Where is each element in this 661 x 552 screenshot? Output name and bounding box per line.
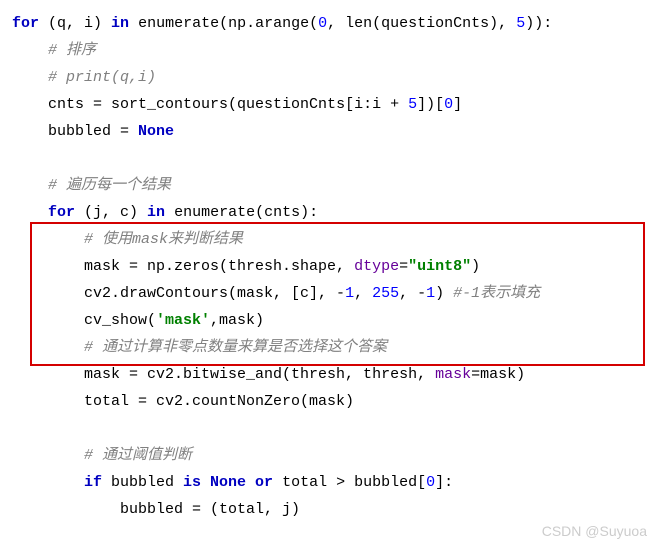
comment-mask: # 使用mask来判断结果 [84,231,243,248]
line-14: mask = cv2.bitwise_and(thresh, thresh, m… [84,366,525,383]
comment-iterate: # 遍历每一个结果 [48,177,171,194]
line-11: cv2.drawContours(mask, [c], -1, 255, -1)… [84,285,540,302]
keyword-in: in [111,15,129,32]
comment-nonzero: # 通过计算非零点数量来算是否选择这个答案 [84,339,387,356]
comment-sort: # 排序 [48,42,96,59]
line-19: bubbled = (total, j) [120,501,300,518]
code-block: for (q, i) in enumerate(np.arange(0, len… [0,0,661,523]
keyword-for: for [12,15,39,32]
line-4: cnts = sort_contours(questionCnts[i:i + … [48,96,462,113]
line-15: total = cv2.countNonZero(mask) [84,393,354,410]
line-10: mask = np.zeros(thresh.shape, dtype="uin… [84,258,480,275]
line-5: bubbled = None [48,123,174,140]
comment-threshold: # 通过阈值判断 [84,447,192,464]
line-12: cv_show('mask',mask) [84,312,264,329]
line-8: for (j, c) in enumerate(cnts): [48,204,318,221]
line-18: if bubbled is None or total > bubbled[0]… [84,474,453,491]
line-1: for (q, i) in enumerate(np.arange(0, len… [12,15,552,32]
comment-print: # print(q,i) [48,69,156,86]
